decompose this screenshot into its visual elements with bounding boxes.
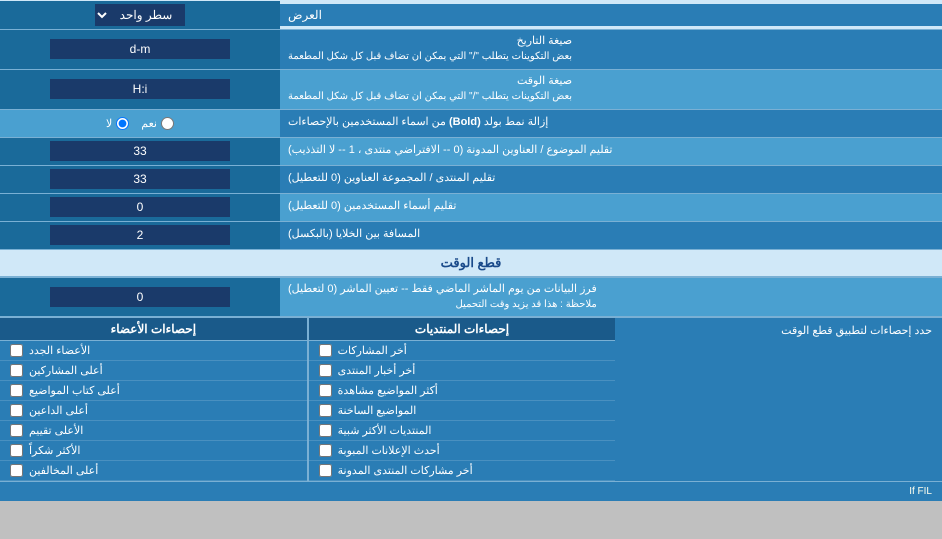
display-label: العرض (280, 4, 942, 26)
limit-label: حدد إحصاءات لتطبيق قطع الوقت (781, 324, 932, 337)
posts-stats-col: إحصاءات المنتديات أخر المشاركات أخر أخبا… (309, 318, 616, 481)
time-format-row: صيغة الوقتبعض التكوينات يتطلب "/" التي ي… (0, 70, 942, 110)
date-format-row: صيغة التاريخبعض التكوينات يتطلب "/" التي… (0, 30, 942, 70)
members-checkbox-4[interactable] (10, 424, 23, 437)
bold-yes-radio[interactable] (161, 117, 174, 130)
usernames-label: تقليم أسماء المستخدمين (0 للتعطيل) (280, 194, 942, 221)
forum-topics-input-cell (0, 138, 280, 165)
divider (307, 318, 309, 481)
cutoff-row: فرز البيانات من يوم الماشر الماضي فقط --… (0, 278, 942, 318)
members-checkbox-2[interactable] (10, 384, 23, 397)
time-format-label: صيغة الوقتبعض التكوينات يتطلب "/" التي ي… (280, 70, 942, 109)
date-format-input[interactable] (50, 39, 230, 59)
list-item: الأعضاء الجدد (0, 341, 307, 361)
members-checkbox-0[interactable] (10, 344, 23, 357)
gap-label: المسافة بين الخلايا (بالبكسل) (280, 222, 942, 249)
time-format-input[interactable] (50, 79, 230, 99)
forum-topics-label: تقليم الموضوع / العناوين المدونة (0 -- ا… (280, 138, 942, 165)
bold-remove-label: إزالة نمط بولد (Bold) من اسماء المستخدمي… (280, 110, 942, 137)
usernames-row: تقليم أسماء المستخدمين (0 للتعطيل) (0, 194, 942, 222)
date-format-input-cell (0, 30, 280, 69)
members-checkbox-6[interactable] (10, 464, 23, 477)
forum-topics-row: تقليم الموضوع / العناوين المدونة (0 -- ا… (0, 138, 942, 166)
posts-checkbox-2[interactable] (319, 384, 332, 397)
list-item: المواضيع الساخنة (309, 401, 616, 421)
list-item: أكثر المواضيع مشاهدة (309, 381, 616, 401)
list-item: أعلى المشاركين (0, 361, 307, 381)
list-item: أعلى المخالفين (0, 461, 307, 481)
bold-yes-label[interactable]: نعم (141, 117, 174, 130)
posts-stats-header: إحصاءات المنتديات (309, 318, 616, 341)
cutoff-input-cell (0, 278, 280, 317)
list-item: الأكثر شكراً (0, 441, 307, 461)
usernames-input-cell (0, 194, 280, 221)
list-item: أعلى الداعين (0, 401, 307, 421)
gap-row: المسافة بين الخلايا (بالبكسل) (0, 222, 942, 250)
forum-group-row: تقليم المنتدى / المجموعة العناوين (0 للت… (0, 166, 942, 194)
bold-no-radio[interactable] (116, 117, 129, 130)
posts-checkbox-3[interactable] (319, 404, 332, 417)
cutoff-label: فرز البيانات من يوم الماشر الماضي فقط --… (280, 278, 942, 317)
list-item: أعلى كتاب المواضيع (0, 381, 307, 401)
cutoff-section-header: قطع الوقت (0, 250, 942, 278)
gap-input-cell (0, 222, 280, 249)
display-row: العرض سطر واحد سطرين ثلاثة أسطر (0, 0, 942, 30)
posts-checkbox-5[interactable] (319, 444, 332, 457)
limit-col: حدد إحصاءات لتطبيق قطع الوقت (615, 318, 942, 481)
members-checkbox-5[interactable] (10, 444, 23, 457)
time-format-input-cell (0, 70, 280, 109)
posts-checkbox-0[interactable] (319, 344, 332, 357)
date-format-label: صيغة التاريخبعض التكوينات يتطلب "/" التي… (280, 30, 942, 69)
list-item: المنتديات الأكثر شبية (309, 421, 616, 441)
list-item: الأعلى تقييم (0, 421, 307, 441)
members-stats-col: إحصاءات الأعضاء الأعضاء الجدد أعلى المشا… (0, 318, 307, 481)
cutoff-input[interactable] (50, 287, 230, 307)
forum-group-input-cell (0, 166, 280, 193)
footer-note: If FIL (0, 481, 942, 501)
members-checkbox-3[interactable] (10, 404, 23, 417)
members-stats-items: الأعضاء الجدد أعلى المشاركين أعلى كتاب ا… (0, 341, 307, 481)
bold-no-label[interactable]: لا (106, 117, 129, 130)
posts-stats-items: أخر المشاركات أخر أخبار المنتدى أكثر الم… (309, 341, 616, 481)
posts-checkbox-6[interactable] (319, 464, 332, 477)
members-checkbox-1[interactable] (10, 364, 23, 377)
list-item: أحدث الإعلانات المبوبة (309, 441, 616, 461)
posts-checkbox-1[interactable] (319, 364, 332, 377)
gap-input[interactable] (50, 225, 230, 245)
bold-remove-radio-cell: نعم لا (0, 110, 280, 137)
bold-remove-row: إزالة نمط بولد (Bold) من اسماء المستخدمي… (0, 110, 942, 138)
stats-grid: حدد إحصاءات لتطبيق قطع الوقت إحصاءات الم… (0, 317, 942, 481)
list-item: أخر المشاركات (309, 341, 616, 361)
list-item: أخر مشاركات المنتدى المدونة (309, 461, 616, 481)
forum-group-input[interactable] (50, 169, 230, 189)
display-select-cell: سطر واحد سطرين ثلاثة أسطر (0, 1, 280, 29)
display-select[interactable]: سطر واحد سطرين ثلاثة أسطر (95, 4, 185, 26)
members-stats-header: إحصاءات الأعضاء (0, 318, 307, 341)
forum-group-label: تقليم المنتدى / المجموعة العناوين (0 للت… (280, 166, 942, 193)
list-item: أخر أخبار المنتدى (309, 361, 616, 381)
posts-checkbox-4[interactable] (319, 424, 332, 437)
usernames-input[interactable] (50, 197, 230, 217)
forum-topics-input[interactable] (50, 141, 230, 161)
